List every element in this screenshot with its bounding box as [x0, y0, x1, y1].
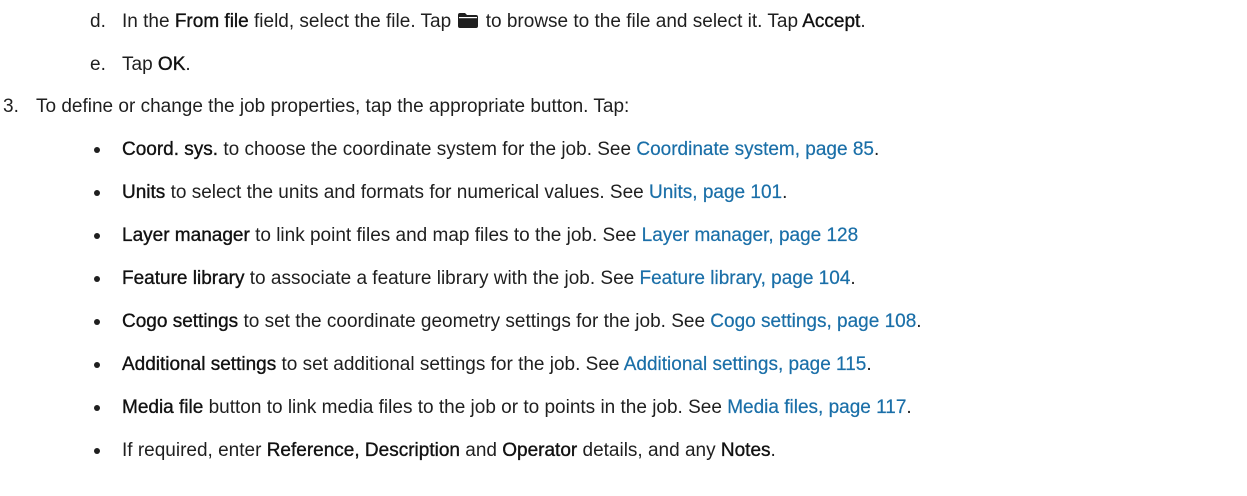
bullet-text: to set additional settings for the job. …	[276, 354, 624, 375]
bullet-bold: Coord. sys.	[122, 139, 219, 160]
step-e-text-2: .	[185, 54, 191, 75]
step-e-text-1: Tap	[122, 54, 158, 75]
bullet-text: button to link media files to the job or…	[203, 397, 728, 418]
bullet-bold: Cogo settings	[122, 311, 239, 332]
last-bullet-text-4: .	[770, 440, 776, 461]
bullet-text: to choose the coordinate system for the …	[218, 139, 637, 160]
units-link[interactable]: Units, page 101	[649, 182, 782, 203]
list-item: Cogo settings to set the coordinate geom…	[122, 308, 922, 336]
bullet-bold: Additional settings	[122, 354, 277, 375]
list-item: Additional settings to set additional se…	[122, 351, 872, 379]
step-d-marker: d.	[90, 11, 106, 32]
last-bullet-text-1: If required, enter	[122, 440, 267, 461]
step-3-marker: 3.	[3, 96, 19, 117]
from-file-label: From file	[174, 11, 249, 32]
step-d-text-1: In the	[122, 11, 175, 32]
bullet-end: .	[782, 182, 788, 203]
reference-description-label: Reference, Description	[266, 440, 461, 461]
bullet-text: to set the coordinate geometry settings …	[238, 311, 711, 332]
bullet-text: to link point files and map files to the…	[249, 225, 642, 246]
step-d-text-4: .	[860, 11, 866, 32]
bullet-end: .	[916, 311, 922, 332]
bullet-bold: Units	[122, 182, 166, 203]
bullet-end: .	[873, 139, 880, 160]
last-bullet-text-2: and	[459, 440, 503, 461]
feature-library-link[interactable]: Feature library, page 104	[639, 268, 850, 289]
additional-settings-link[interactable]: Additional settings, page 115	[624, 354, 867, 375]
bullet-bold: Feature library	[122, 268, 245, 289]
list-item: If required, enter Reference, Descriptio…	[122, 437, 776, 465]
bullet-end: .	[850, 268, 856, 289]
notes-label: Notes	[720, 440, 771, 461]
bullet-dot	[94, 448, 100, 454]
list-item: Layer manager to link point files and ma…	[122, 222, 858, 250]
step-d-text: In the From file field, select the file.…	[122, 8, 866, 36]
operator-label: Operator	[502, 440, 578, 461]
bullet-dot	[94, 147, 100, 153]
bullet-text: to associate a feature library with the …	[244, 268, 640, 289]
step-d-text-3: to browse to the file and select it. Tap	[480, 11, 803, 32]
step-d-text-2: field, select the file. Tap	[248, 11, 457, 32]
coordinate-system-link[interactable]: Coordinate system, page 85	[636, 139, 874, 160]
bullet-bold: Media file	[122, 397, 204, 418]
list-item: Units to select the units and formats fo…	[122, 179, 788, 207]
media-files-link[interactable]: Media files, page 117	[727, 397, 906, 418]
bullet-end: .	[866, 354, 872, 375]
bullet-dot	[94, 319, 100, 325]
accept-label: Accept	[802, 11, 861, 32]
bullet-bold: Layer manager	[122, 225, 250, 246]
bullet-dot	[94, 190, 100, 196]
ok-label: OK	[157, 54, 186, 75]
folder-icon	[458, 13, 479, 28]
bullet-dot	[94, 405, 100, 411]
cogo-settings-link[interactable]: Cogo settings, page 108	[710, 311, 916, 332]
layer-manager-link[interactable]: Layer manager, page 128	[642, 225, 859, 246]
bullet-dot	[94, 233, 100, 239]
list-item: Feature library to associate a feature l…	[122, 265, 856, 293]
step-3-text: To define or change the job properties, …	[36, 96, 630, 117]
bullet-text: to select the units and formats for nume…	[165, 182, 649, 203]
bullet-dot	[94, 276, 100, 282]
bullet-end: .	[906, 397, 912, 418]
list-item: Media file button to link media files to…	[122, 394, 912, 422]
last-bullet-text-3: details, and any	[577, 440, 721, 461]
list-item: Coord. sys. to choose the coordinate sys…	[122, 136, 879, 164]
bullet-dot	[94, 362, 100, 368]
step-e-marker: e.	[90, 54, 106, 75]
step-e-text: Tap OK.	[122, 51, 191, 79]
